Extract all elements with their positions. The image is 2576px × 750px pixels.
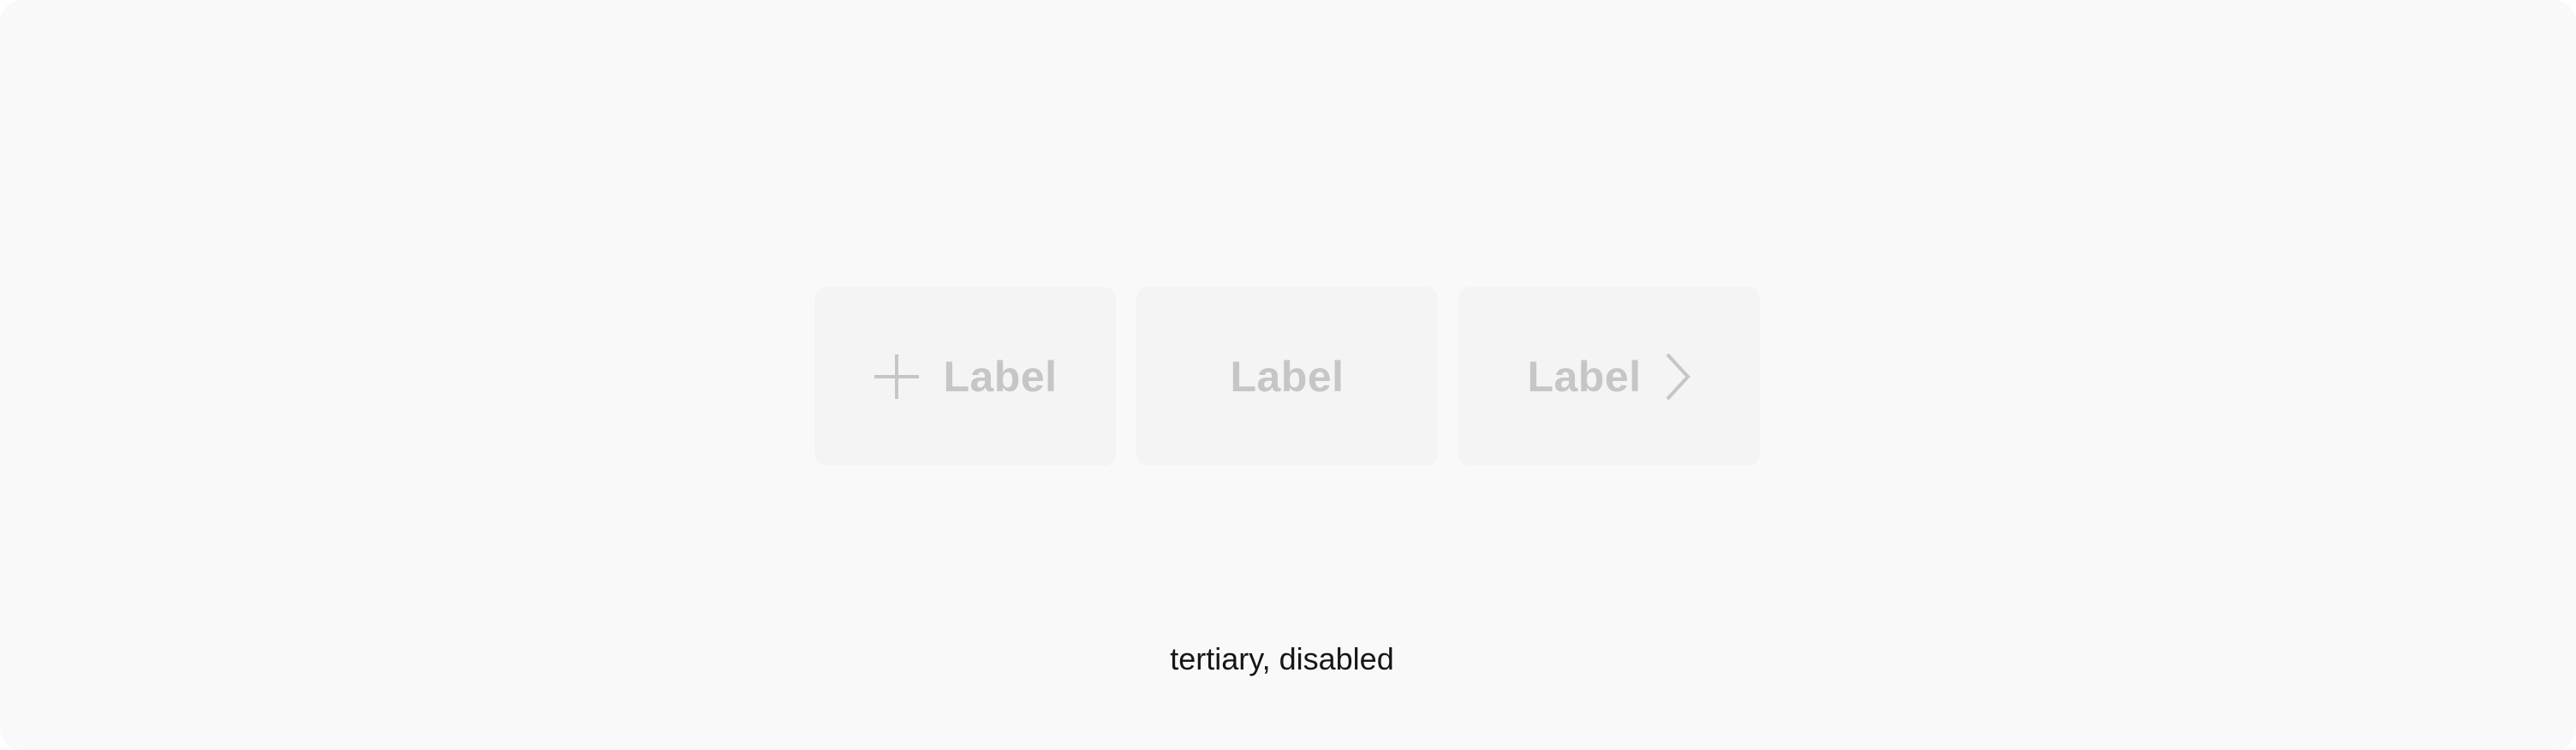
button-label: Label	[1527, 352, 1642, 401]
chevron-right-icon	[1664, 353, 1691, 401]
add-icon	[873, 353, 921, 401]
canvas: Label Label Label tertiary, disabled	[0, 0, 2576, 750]
button-label: Label	[1230, 352, 1345, 401]
tertiary-button-with-trailing-icon[interactable]: Label	[1458, 287, 1760, 466]
button-row: Label Label Label	[814, 287, 1760, 466]
tertiary-button-text-only[interactable]: Label	[1136, 287, 1438, 466]
button-label: Label	[943, 352, 1058, 401]
tertiary-button-with-leading-icon[interactable]: Label	[814, 287, 1116, 466]
caption: tertiary, disabled	[1170, 641, 1394, 676]
